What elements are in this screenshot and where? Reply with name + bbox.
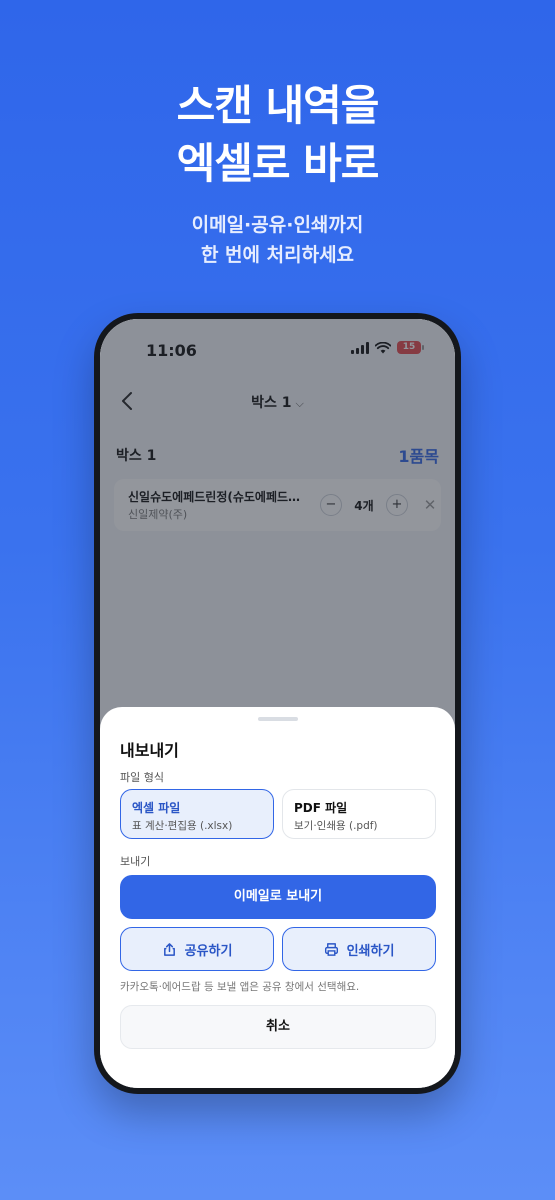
format-option-title: PDF 파일 [294,801,348,815]
promo-sub-line2: 한 번에 처리하세요 [200,244,355,266]
promo-headline-line1: 스캔 내역을 [176,81,380,130]
send-section-label: 보내기 [120,855,151,868]
share-button[interactable]: 공유하기 [120,927,274,971]
promo-headline-line2: 엑셀로 바로 [176,139,380,188]
email-send-button[interactable]: 이메일로 보내기 [120,875,436,919]
format-option-title: 엑셀 파일 [132,801,181,815]
phone-screen: 11:06 15 박스 1⌵ 박스 1 1품목 [100,319,455,1088]
sheet-handle[interactable] [258,717,298,721]
phone-frame: 11:06 15 박스 1⌵ 박스 1 1품목 [94,313,461,1094]
print-button-label: 인쇄하기 [346,943,395,959]
share-button-label: 공유하기 [184,943,233,959]
cancel-button[interactable]: 취소 [120,1005,436,1049]
format-option-pdf[interactable]: PDF 파일 보기·인쇄용 (.pdf) [282,789,436,839]
format-option-desc: 보기·인쇄용 (.pdf) [294,820,378,832]
format-option-desc: 표 계산·편집용 (.xlsx) [132,820,233,832]
format-option-excel[interactable]: 엑셀 파일 표 계산·편집용 (.xlsx) [120,789,274,839]
export-sheet: 내보내기 파일 형식 엑셀 파일 표 계산·편집용 (.xlsx) PDF 파일… [100,707,455,1088]
share-hint: 카카오톡·에어드랍 등 보낼 앱은 공유 창에서 선택해요. [120,981,360,993]
sheet-title: 내보내기 [120,741,179,760]
share-icon [163,942,175,956]
promo-sub-line1: 이메일·공유·인쇄까지 [191,214,364,236]
printer-icon [324,942,338,956]
format-section-label: 파일 형식 [120,771,164,784]
print-button[interactable]: 인쇄하기 [282,927,436,971]
